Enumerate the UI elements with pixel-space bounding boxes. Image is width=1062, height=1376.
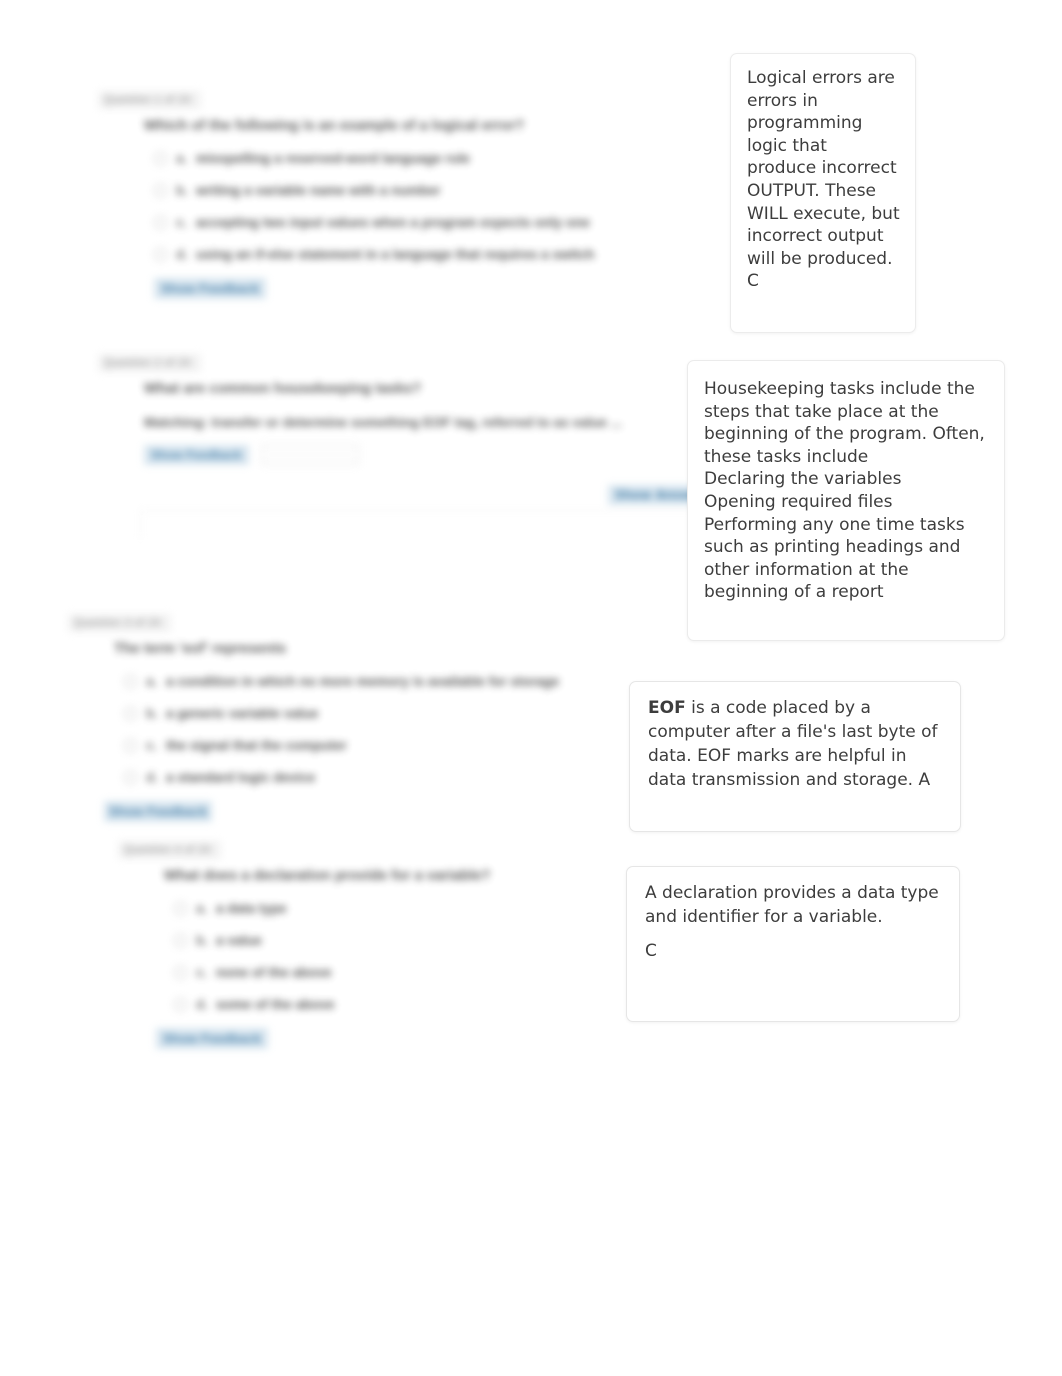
option-row[interactable]: a. a data type — [174, 901, 490, 916]
show-feedback-link[interactable]: Show Feedback — [144, 444, 249, 465]
option-letter: a. — [196, 901, 208, 916]
question-header: Question 3 of 20 — [68, 614, 172, 632]
option-row[interactable]: a. a condition in which no more memory i… — [124, 674, 559, 689]
option-letter: b. — [146, 706, 158, 721]
question-header: Question 1 of 20 — [98, 91, 202, 109]
radio-icon[interactable] — [174, 998, 187, 1011]
option-label: using an if-else statement in a language… — [196, 247, 595, 262]
document-page: Question 1 of 20 Which of the following … — [0, 0, 1062, 1376]
option-row[interactable]: c. accepting two input values when a pro… — [154, 215, 594, 230]
radio-icon[interactable] — [174, 934, 187, 947]
question-prompt: The term 'eof' represents — [114, 641, 287, 657]
option-letter: b. — [196, 933, 208, 948]
option-row[interactable]: d. a standard logic device — [124, 770, 559, 785]
answer-input[interactable] — [260, 444, 359, 465]
radio-icon[interactable] — [154, 248, 167, 261]
callout-eof: EOF is a code placed by a computer after… — [629, 681, 961, 832]
radio-icon[interactable] — [154, 184, 167, 197]
option-row[interactable]: c. the signal that the computer — [124, 738, 559, 753]
option-label: some of the above — [216, 997, 335, 1012]
callout-body: EOF is a code placed by a computer after… — [648, 696, 944, 792]
question-prompt: What does a declaration provide for a va… — [164, 868, 491, 884]
option-letter: b. — [176, 183, 188, 198]
question-block-3: Question 3 of 20 The term 'eof' represen… — [68, 613, 559, 822]
radio-icon[interactable] — [154, 152, 167, 165]
option-letter: a. — [176, 151, 188, 166]
question-header: Question 4 of 20 — [118, 841, 222, 859]
option-letter: d. — [146, 770, 158, 785]
option-label: the signal that the computer — [166, 738, 347, 753]
radio-icon[interactable] — [124, 739, 137, 752]
divider — [140, 510, 700, 511]
callout-answer: C — [645, 941, 657, 961]
radio-icon[interactable] — [124, 707, 137, 720]
option-label: a condition in which no more memory is a… — [166, 674, 560, 689]
option-letter: c. — [196, 965, 208, 980]
callout-housekeeping: Housekeeping tasks include the steps tha… — [687, 360, 1005, 641]
option-letter: d. — [196, 997, 208, 1012]
show-feedback-link[interactable]: Show Feedback — [154, 278, 267, 299]
option-letter: a. — [146, 674, 158, 689]
question-header: Question 2 of 20 — [98, 354, 202, 372]
show-feedback-link[interactable]: Show Feedback — [156, 1028, 269, 1049]
question-block-4: Question 4 of 20 What does a declaration… — [118, 840, 490, 1049]
option-label: a standard logic device — [166, 770, 316, 785]
option-label: a generic variable value — [166, 706, 319, 721]
option-label: accepting two input values when a progra… — [196, 215, 590, 230]
option-row[interactable]: b. writing a variable name with a number — [154, 183, 594, 198]
callout-declaration: A declaration provides a data type and i… — [626, 866, 960, 1022]
radio-icon[interactable] — [174, 902, 187, 915]
callout-body-text: is a code placed by a computer after a f… — [648, 698, 938, 790]
divider-vertical — [140, 510, 141, 538]
option-label: a data type — [216, 901, 287, 916]
question-block-2: Question 2 of 20 What are common houseke… — [98, 353, 622, 465]
radio-icon[interactable] — [154, 216, 167, 229]
question-prompt: What are common housekeeping tasks? — [144, 381, 422, 397]
option-row[interactable]: b. a value — [174, 933, 490, 948]
callout-body: Logical errors are errors in programming… — [747, 68, 900, 269]
callout-body: A declaration provides a data type and i… — [645, 883, 939, 927]
callout-logical-errors: Logical errors are errors in programming… — [730, 53, 916, 333]
question-block-1: Question 1 of 20 Which of the following … — [98, 90, 594, 299]
option-label: misspelling a reserved-word language rul… — [196, 151, 470, 166]
option-row[interactable]: c. none of the above — [174, 965, 490, 980]
option-letter: d. — [176, 247, 188, 262]
option-row[interactable]: b. a generic variable value — [124, 706, 559, 721]
option-letter: c. — [176, 215, 188, 230]
radio-icon[interactable] — [124, 771, 137, 784]
callout-body: Housekeeping tasks include the steps tha… — [704, 379, 985, 603]
radio-icon[interactable] — [174, 966, 187, 979]
question-prompt: Which of the following is an example of … — [144, 118, 525, 134]
callout-lead-term: EOF — [648, 698, 686, 718]
answer-row: Show Feedback — [144, 444, 622, 465]
option-label: none of the above — [216, 965, 332, 980]
callout-answer: C — [747, 271, 759, 292]
option-row[interactable]: d. using an if-else statement in a langu… — [154, 247, 594, 262]
option-row[interactable]: a. misspelling a reserved-word language … — [154, 151, 594, 166]
question-subprompt: Matching: transfer or determine somethin… — [144, 415, 622, 430]
radio-icon[interactable] — [124, 675, 137, 688]
option-label: a value — [216, 933, 262, 948]
option-row[interactable]: d. some of the above — [174, 997, 490, 1012]
show-feedback-link[interactable]: Show Feedback — [104, 801, 213, 822]
option-letter: c. — [146, 738, 158, 753]
option-label: writing a variable name with a number — [196, 183, 441, 198]
